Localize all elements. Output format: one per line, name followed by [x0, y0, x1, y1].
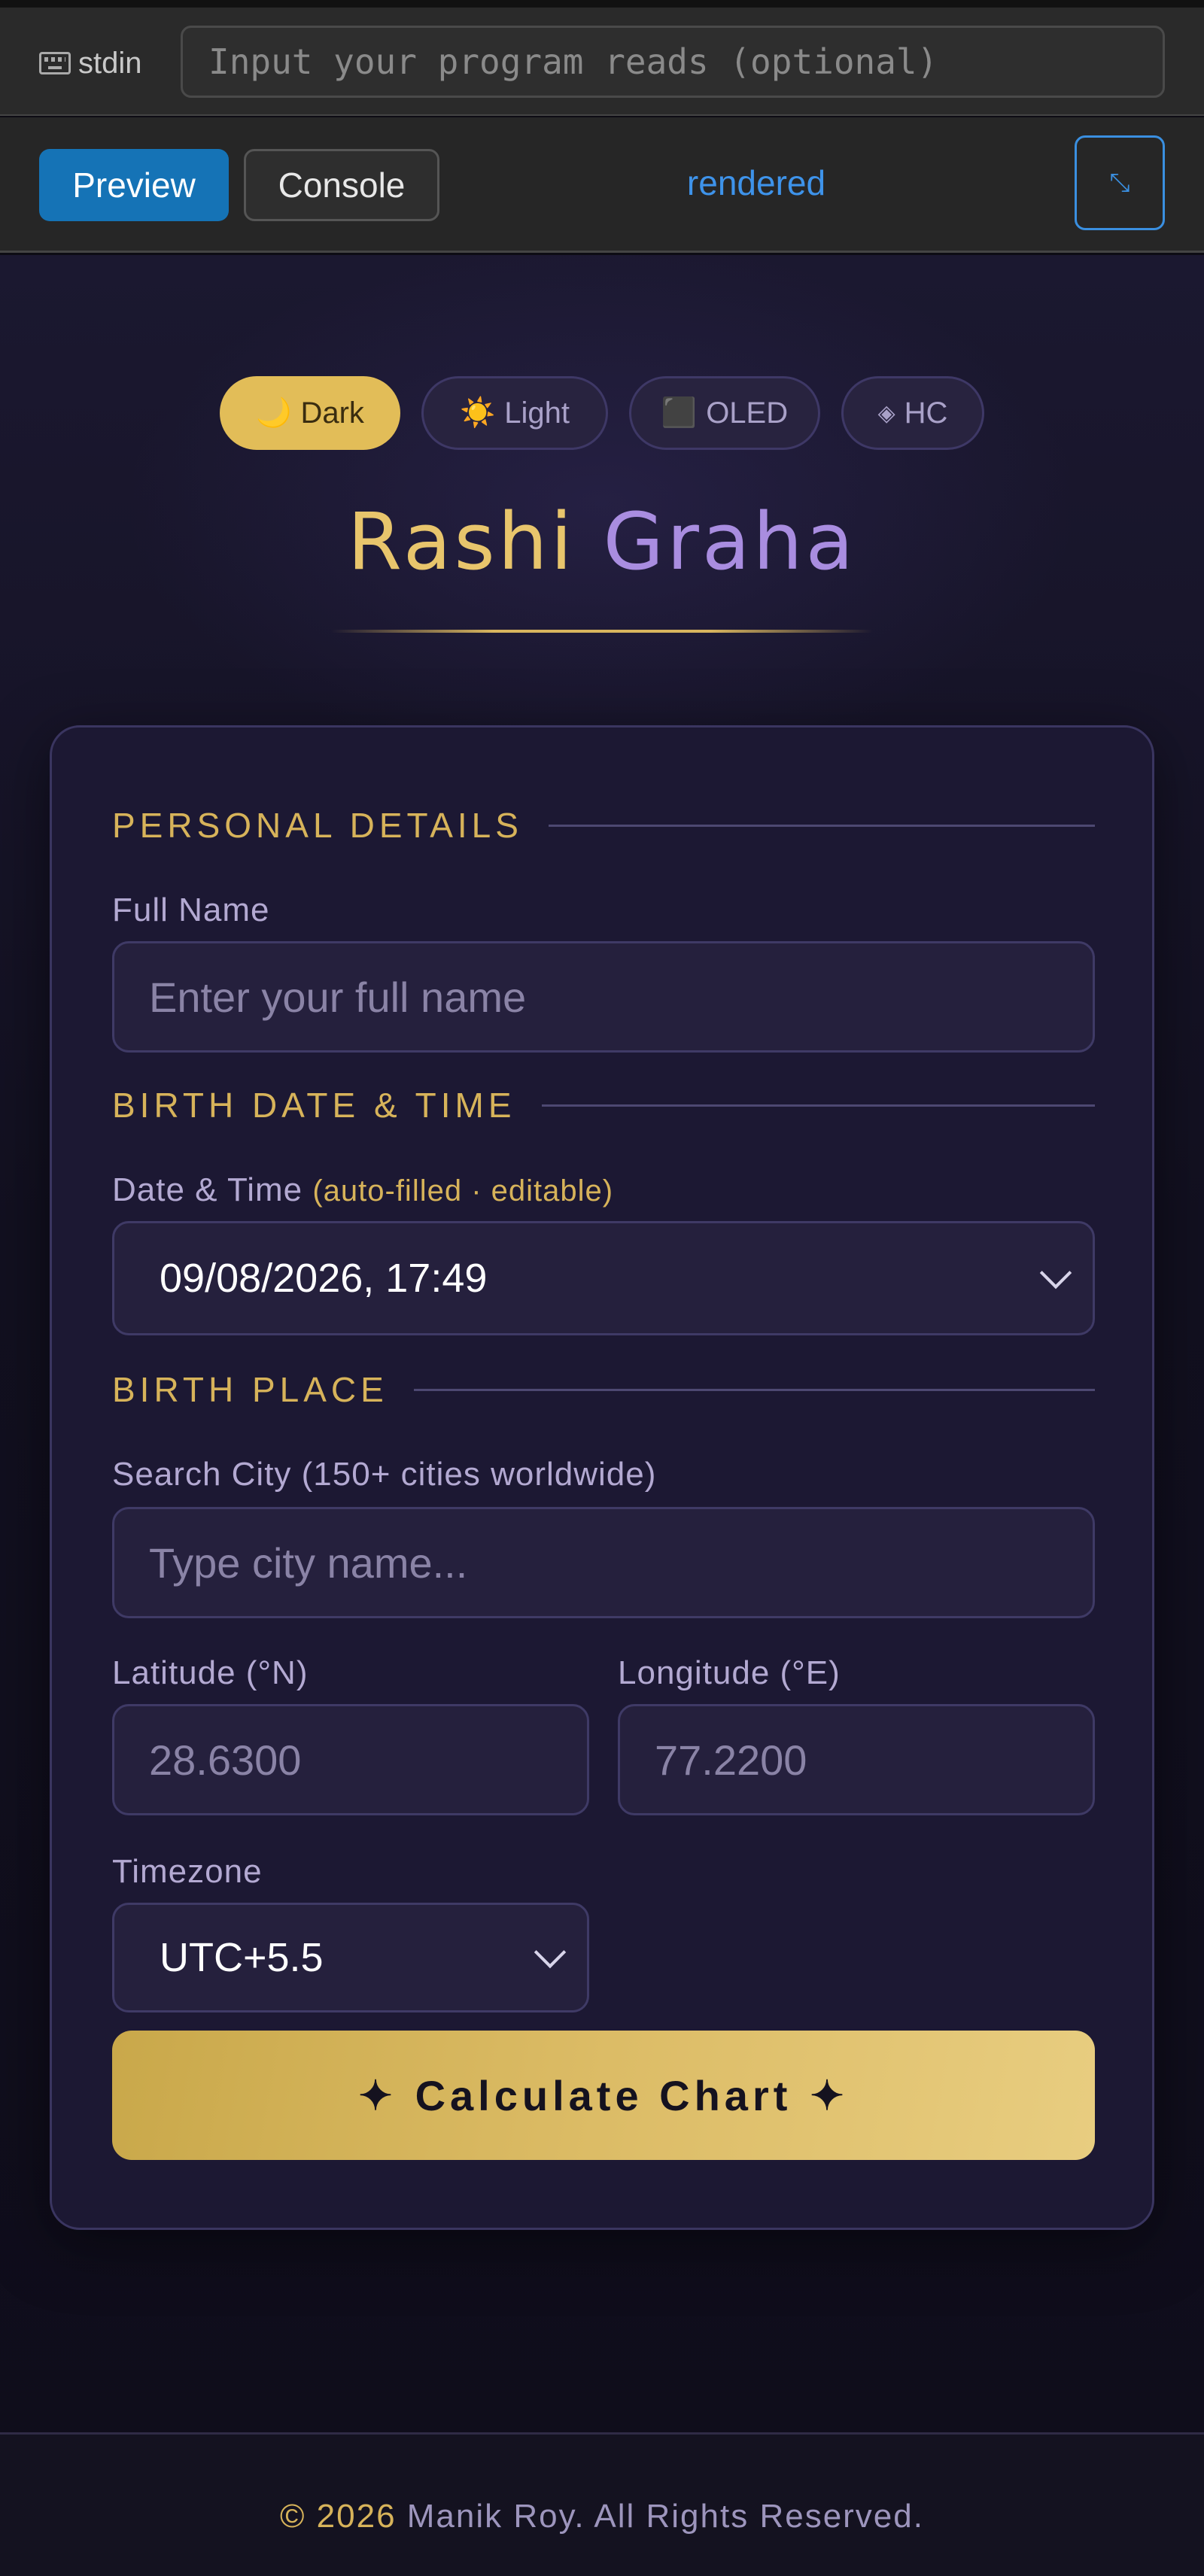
city-search-input[interactable]	[112, 1507, 1095, 1618]
datetime-hint: (auto-filled · editable)	[312, 1174, 614, 1208]
preview-toolbar: Preview Console rendered ⤡	[0, 117, 1204, 253]
stdin-input[interactable]	[181, 26, 1165, 98]
chevron-down-icon	[534, 1936, 567, 1969]
sun-icon: ☀️	[459, 397, 496, 429]
preview-button[interactable]: Preview	[39, 149, 229, 221]
theme-hc-button[interactable]: ◈ HC	[841, 376, 984, 450]
timezone-value: UTC+5.5	[160, 1935, 324, 1980]
page-title: Rashi Graha	[0, 496, 1204, 588]
section-divider	[548, 824, 1095, 827]
full-name-label: Full Name	[112, 892, 270, 928]
keyboard-icon	[39, 52, 71, 74]
datetime-label: Date & Time (auto-filled · editable)	[112, 1171, 613, 1209]
copyright-year: 2026	[316, 2498, 397, 2535]
calculate-chart-button[interactable]: ✦ Calculate Chart ✦	[112, 2031, 1095, 2160]
theme-oled-button[interactable]: ⬛ OLED	[629, 376, 820, 450]
window-top-strip	[0, 0, 1204, 8]
section-divider	[541, 1104, 1095, 1107]
section-personal-title: PERSONAL DETAILS	[112, 806, 523, 845]
render-status: rendered	[686, 163, 826, 202]
longitude-label: Longitude (°E)	[618, 1654, 841, 1691]
timezone-select[interactable]: UTC+5.5	[112, 1903, 589, 2012]
stdin-label: stdin	[39, 41, 142, 86]
expand-icon: ⤡	[1109, 168, 1130, 197]
section-birth-datetime-title: BIRTH DATE & TIME	[112, 1086, 516, 1125]
datetime-value: 09/08/2026, 17:49	[160, 1256, 488, 1301]
copyright-owner: Manik Roy. All Rights Reserved.	[406, 2498, 924, 2535]
section-divider	[413, 1388, 1095, 1391]
title-part-2: Graha	[603, 496, 857, 588]
birth-details-card: PERSONAL DETAILS Full Name BIRTH DATE & …	[50, 725, 1154, 2230]
theme-hc-label: HC	[904, 396, 948, 430]
sparkle-icon: ✦	[358, 2073, 397, 2119]
title-part-1: Rashi	[347, 496, 576, 588]
app-preview: 🌙 Dark ☀️ Light ⬛ OLED ◈ HC Rashi Graha …	[0, 255, 1204, 2432]
datetime-input[interactable]: 09/08/2026, 17:49	[112, 1221, 1095, 1335]
timezone-label: Timezone	[112, 1853, 263, 1890]
moon-icon: 🌙	[256, 397, 292, 429]
chevron-down-icon	[1039, 1256, 1072, 1290]
black-square-icon: ⬛	[661, 397, 698, 429]
calculate-chart-label: Calculate Chart	[415, 2071, 792, 2119]
latitude-input[interactable]	[112, 1704, 589, 1815]
console-button[interactable]: Console	[244, 149, 439, 221]
copyright-text: © 2026 Manik Roy. All Rights Reserved.	[0, 2498, 1204, 2535]
section-birth-place-title: BIRTH PLACE	[112, 1370, 388, 1409]
sparkle-icon: ✦	[810, 2073, 849, 2119]
section-personal-details: PERSONAL DETAILS	[112, 803, 1095, 848]
footer: © 2026 Manik Roy. All Rights Reserved.	[0, 2432, 1204, 2576]
longitude-input[interactable]	[618, 1704, 1095, 1815]
city-search-label: Search City (150+ cities worldwide)	[112, 1456, 657, 1493]
full-name-input[interactable]	[112, 941, 1095, 1053]
theme-dark-label: Dark	[300, 396, 364, 430]
diamond-icon: ◈	[877, 400, 895, 426]
section-birth-datetime: BIRTH DATE & TIME	[112, 1083, 1095, 1128]
datetime-label-text: Date & Time	[112, 1171, 303, 1208]
theme-dark-button[interactable]: 🌙 Dark	[220, 376, 400, 450]
theme-oled-label: OLED	[706, 396, 789, 430]
theme-light-button[interactable]: ☀️ Light	[421, 376, 608, 450]
title-divider	[331, 630, 873, 633]
copyright-symbol: ©	[280, 2498, 306, 2535]
section-birth-place: BIRTH PLACE	[112, 1367, 1095, 1412]
stdin-bar: stdin	[0, 8, 1204, 116]
stdin-label-text: stdin	[78, 46, 142, 80]
expand-button[interactable]: ⤡	[1075, 135, 1165, 230]
latitude-label: Latitude (°N)	[112, 1654, 309, 1691]
theme-light-label: Light	[504, 396, 570, 430]
theme-switcher: 🌙 Dark ☀️ Light ⬛ OLED ◈ HC	[0, 376, 1204, 451]
